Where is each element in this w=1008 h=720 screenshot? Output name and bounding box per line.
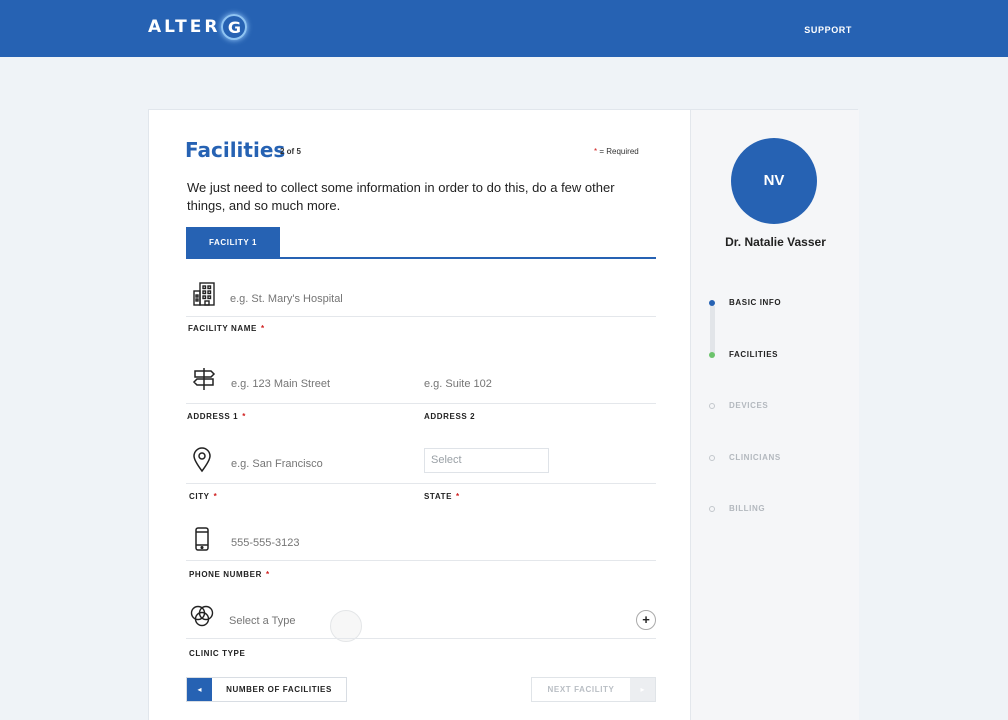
required-star: * — [265, 570, 270, 579]
step-label: DEVICES — [729, 401, 769, 410]
next-facility-label: NEXT FACILITY — [547, 685, 615, 694]
logo-g-mark: G — [221, 14, 248, 40]
address1-input[interactable] — [231, 378, 411, 390]
facility-name-label-text: FACILITY NAME — [188, 324, 257, 333]
tab-facility-1[interactable]: FACILITY 1 — [186, 227, 280, 259]
clinic-type-select[interactable] — [229, 615, 429, 627]
state-select[interactable]: Select — [424, 448, 549, 473]
sidebar-step-basic-info[interactable]: BASIC INFO — [709, 298, 781, 307]
sidebar-step-facilities[interactable]: FACILITIES — [709, 350, 778, 359]
number-of-facilities-button[interactable]: ◂ NUMBER OF FACILITIES — [186, 677, 347, 702]
next-facility-button[interactable]: NEXT FACILITY ▸ — [531, 677, 656, 702]
step-label: FACILITIES — [729, 350, 779, 359]
facility-name-label: FACILITY NAME * — [188, 324, 265, 333]
facility-name-underline — [186, 316, 656, 317]
step-current-dot — [709, 351, 715, 358]
location-pin-icon — [192, 447, 212, 473]
sidebar-step-billing[interactable]: BILLING — [709, 504, 765, 513]
address2-label: ADDRESS 2 — [424, 412, 476, 421]
clinic-type-label: CLINIC TYPE — [189, 649, 246, 658]
facility-name-input[interactable] — [230, 293, 530, 305]
chevron-right-icon[interactable]: ▸ — [630, 678, 655, 701]
phone-icon — [194, 526, 210, 552]
building-icon — [192, 281, 216, 307]
step-done-dot — [709, 299, 715, 306]
city-label-text: CITY — [189, 492, 210, 501]
signpost-icon — [191, 366, 217, 392]
address1-label: ADDRESS 1 * — [187, 412, 246, 421]
chevron-left-icon[interactable]: ◂ — [187, 678, 212, 701]
step-label: CLINICIANS — [729, 453, 781, 462]
phone-label-text: PHONE NUMBER — [189, 570, 262, 579]
city-underline — [186, 483, 656, 484]
support-link[interactable]: SUPPORT — [804, 25, 852, 35]
step-label: BASIC INFO — [729, 298, 782, 307]
required-text: = Required — [599, 147, 639, 156]
required-legend: * = Required — [594, 147, 639, 156]
step-label: BILLING — [729, 504, 766, 513]
tab-underline — [280, 257, 656, 259]
address1-label-text: ADDRESS 1 — [187, 412, 239, 421]
clinic-type-underline — [186, 638, 656, 639]
venn-circles-icon — [189, 604, 215, 628]
step-counter: 2 of 5 — [280, 147, 301, 156]
address-underline — [186, 403, 656, 404]
progress-track — [710, 306, 715, 354]
number-of-facilities-label: NUMBER OF FACILITIES — [226, 685, 332, 694]
page-title: Facilities — [185, 138, 286, 162]
add-clinic-type-button[interactable]: + — [636, 610, 656, 630]
sidebar-step-devices[interactable]: DEVICES — [709, 401, 768, 410]
state-label: STATE * — [424, 492, 460, 501]
user-name: Dr. Natalie Vasser — [725, 235, 826, 249]
required-star: * — [594, 147, 598, 156]
intro-text: We just need to collect some information… — [187, 180, 615, 213]
registration-card: Facilities 2 of 5 * = Required We just n… — [148, 109, 859, 720]
step-pending-dot — [709, 454, 715, 461]
required-star: * — [456, 492, 460, 501]
state-label-text: STATE — [424, 492, 453, 501]
alterg-logo[interactable]: ALTER G — [148, 14, 248, 40]
phone-underline — [186, 560, 656, 561]
city-label: CITY * — [189, 492, 217, 501]
required-star: * — [261, 324, 265, 333]
avatar: NV — [731, 138, 817, 224]
phone-input[interactable] — [231, 537, 431, 549]
logo-text: ALTER — [148, 17, 221, 37]
step-pending-dot — [709, 505, 715, 512]
step-pending-dot — [709, 402, 715, 409]
address2-input[interactable] — [424, 378, 624, 390]
city-input[interactable] — [231, 458, 411, 470]
phone-label: PHONE NUMBER * — [189, 570, 270, 579]
profile-sidebar: NV Dr. Natalie Vasser BASIC INFO FACILIT… — [690, 110, 859, 720]
top-nav-bar: ALTER G SUPPORT — [0, 0, 1008, 57]
sidebar-step-clinicians[interactable]: CLINICIANS — [709, 453, 781, 462]
required-star: * — [242, 412, 246, 421]
required-star: * — [213, 492, 218, 501]
